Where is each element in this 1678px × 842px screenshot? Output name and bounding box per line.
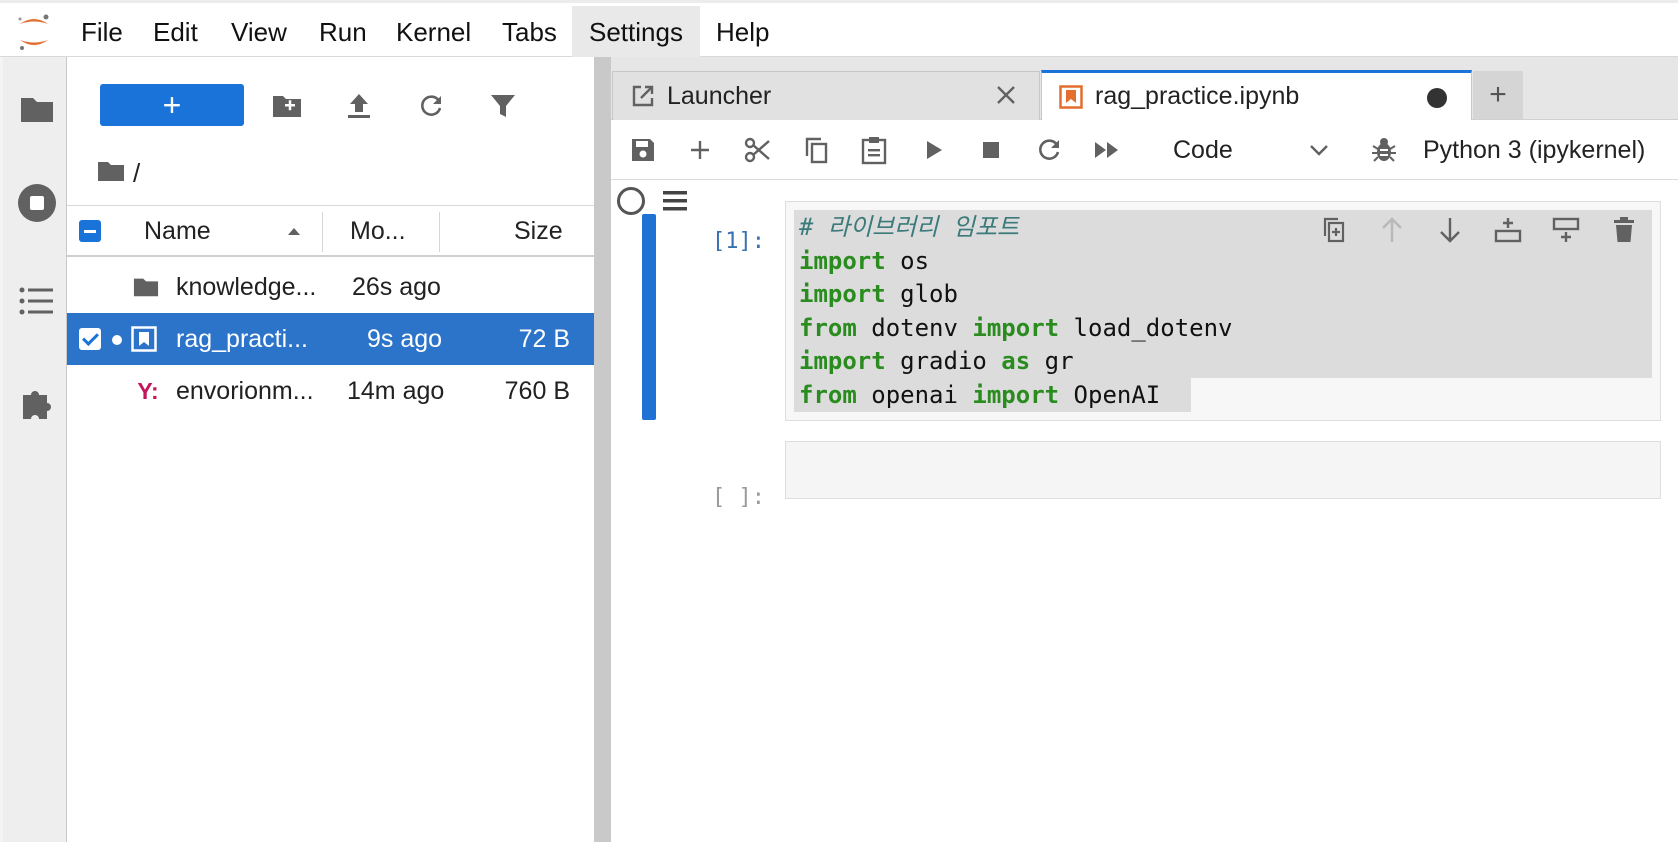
select-all-checkbox[interactable] [79, 220, 101, 242]
cell-type-value: Code [1173, 135, 1233, 164]
column-name-label: Name [144, 217, 211, 245]
copy-icon[interactable] [794, 128, 838, 172]
interrupt-stop-icon[interactable] [969, 128, 1013, 172]
code-line: import gradio as gr [799, 347, 1074, 375]
column-separator[interactable] [322, 212, 323, 252]
running-kernels-stop-icon[interactable] [13, 179, 61, 227]
move-down-arrow-icon[interactable] [1432, 210, 1468, 250]
cell-prompt: [ ]: [712, 485, 765, 510]
run-play-icon[interactable] [912, 128, 956, 172]
kernel-name[interactable]: Python 3 (ipykernel) [1423, 128, 1645, 172]
jupyter-logo-icon[interactable] [16, 12, 52, 52]
delete-cell-trash-icon[interactable] [1606, 210, 1642, 250]
tab-label: rag_practice.ipynb [1095, 82, 1300, 110]
breadcrumb-root[interactable]: / [133, 158, 140, 189]
file-size: 760 B [504, 377, 570, 405]
code-cell-editor[interactable]: # 라이브러리 임포트 import os import glob from d… [785, 201, 1661, 421]
file-modified: 9s ago [367, 325, 443, 353]
breadcrumb-folder-icon[interactable] [97, 160, 125, 187]
menu-kernel[interactable]: Kernel [379, 6, 488, 59]
tab-bar: Launcher rag_practice.ipynb + [611, 57, 1678, 120]
running-indicator-icon [112, 335, 122, 345]
tab-launcher[interactable]: Launcher [612, 71, 1040, 120]
main-area: Launcher rag_practice.ipynb + Code Pytho… [611, 57, 1678, 842]
close-icon[interactable] [995, 84, 1017, 106]
yaml-icon: Y: [137, 377, 159, 404]
duplicate-cell-icon[interactable] [1316, 210, 1352, 250]
code-line: import glob [799, 280, 958, 308]
column-size[interactable]: Size [514, 206, 563, 256]
menu-edit[interactable]: Edit [136, 6, 215, 59]
menu-view[interactable]: View [214, 6, 304, 59]
tab-label: Launcher [667, 81, 772, 110]
file-size: 72 B [518, 325, 570, 353]
notebook-toolbar: Code Python 3 (ipykernel) [611, 120, 1678, 180]
file-row-environment[interactable]: Y: envorionm... 14m ago 760 B [67, 365, 594, 417]
cell-toolbar [1316, 210, 1642, 250]
file-browser-folder-icon[interactable] [13, 85, 61, 133]
file-list-header: Name Mo... Size [67, 205, 594, 257]
save-icon[interactable] [621, 128, 665, 172]
debugger-bug-icon[interactable] [1362, 128, 1406, 172]
cell-status-circle-icon [617, 187, 645, 215]
file-row-rag-practice[interactable]: rag_practi... 9s ago 72 B [67, 313, 594, 365]
cell-type-dropdown[interactable]: Code [1159, 128, 1337, 172]
notebook-icon [131, 326, 157, 352]
insert-cell-plus-icon[interactable] [678, 128, 722, 172]
file-modified: 14m ago [347, 377, 445, 405]
refresh-icon[interactable] [407, 83, 455, 129]
file-modified: 26s ago [352, 273, 441, 301]
table-of-contents-list-icon[interactable] [13, 277, 61, 325]
tab-rag-practice[interactable]: rag_practice.ipynb [1041, 70, 1472, 120]
insert-below-icon[interactable] [1548, 210, 1584, 250]
file-name: knowledge... [176, 273, 317, 301]
activity-rail [0, 57, 67, 842]
upload-icon[interactable] [335, 83, 383, 129]
code-line: # 라이브러리 임포트 [799, 213, 1019, 241]
column-name[interactable]: Name [144, 206, 324, 256]
file-browser-panel: + / Name Mo... Size knowledge... 26s ago… [67, 57, 594, 842]
file-name: envorionm... [176, 377, 314, 405]
file-row-knowledge[interactable]: knowledge... 26s ago [67, 261, 594, 313]
new-launcher-button[interactable]: + [100, 84, 244, 126]
restart-run-all-fast-forward-icon[interactable] [1085, 128, 1129, 172]
menu-help[interactable]: Help [699, 6, 786, 59]
code-line: from openai import OpenAI [799, 381, 1161, 409]
add-tab-button[interactable]: + [1473, 71, 1523, 119]
menu-tabs[interactable]: Tabs [485, 6, 574, 59]
move-up-arrow-icon[interactable] [1374, 210, 1410, 250]
cut-scissors-icon[interactable] [736, 128, 780, 172]
launcher-icon [631, 84, 655, 108]
extensions-puzzle-icon[interactable] [13, 379, 61, 427]
file-name: rag_practi... [176, 325, 309, 353]
folder-icon [133, 274, 159, 300]
row-checkbox[interactable] [79, 328, 101, 350]
menu-bar: File Edit View Run Kernel Tabs Settings … [0, 0, 1678, 59]
chevron-down-icon [1309, 143, 1329, 157]
empty-code-cell-editor[interactable] [785, 441, 1661, 499]
paste-clipboard-icon[interactable] [852, 128, 896, 172]
cell-collapser[interactable] [642, 214, 656, 420]
unsaved-dot-icon[interactable] [1427, 88, 1447, 108]
menu-file[interactable]: File [64, 6, 140, 59]
notebook-icon [1059, 84, 1083, 109]
code-line: import os [799, 247, 930, 275]
insert-above-icon[interactable] [1490, 210, 1526, 250]
code-line: from dotenv import load_dotenv [799, 314, 1233, 342]
filter-icon[interactable] [479, 83, 527, 129]
panel-splitter[interactable] [594, 57, 611, 842]
column-modified[interactable]: Mo... [350, 206, 406, 256]
restart-kernel-icon[interactable] [1027, 128, 1071, 172]
cell-prompt: [1]: [712, 229, 765, 254]
column-separator[interactable] [439, 212, 440, 252]
cell-menu-hamburger-icon[interactable] [663, 190, 687, 212]
new-folder-icon[interactable] [263, 83, 311, 129]
breadcrumb: / [97, 155, 140, 191]
menu-run[interactable]: Run [302, 6, 384, 59]
menu-settings[interactable]: Settings [572, 6, 700, 59]
